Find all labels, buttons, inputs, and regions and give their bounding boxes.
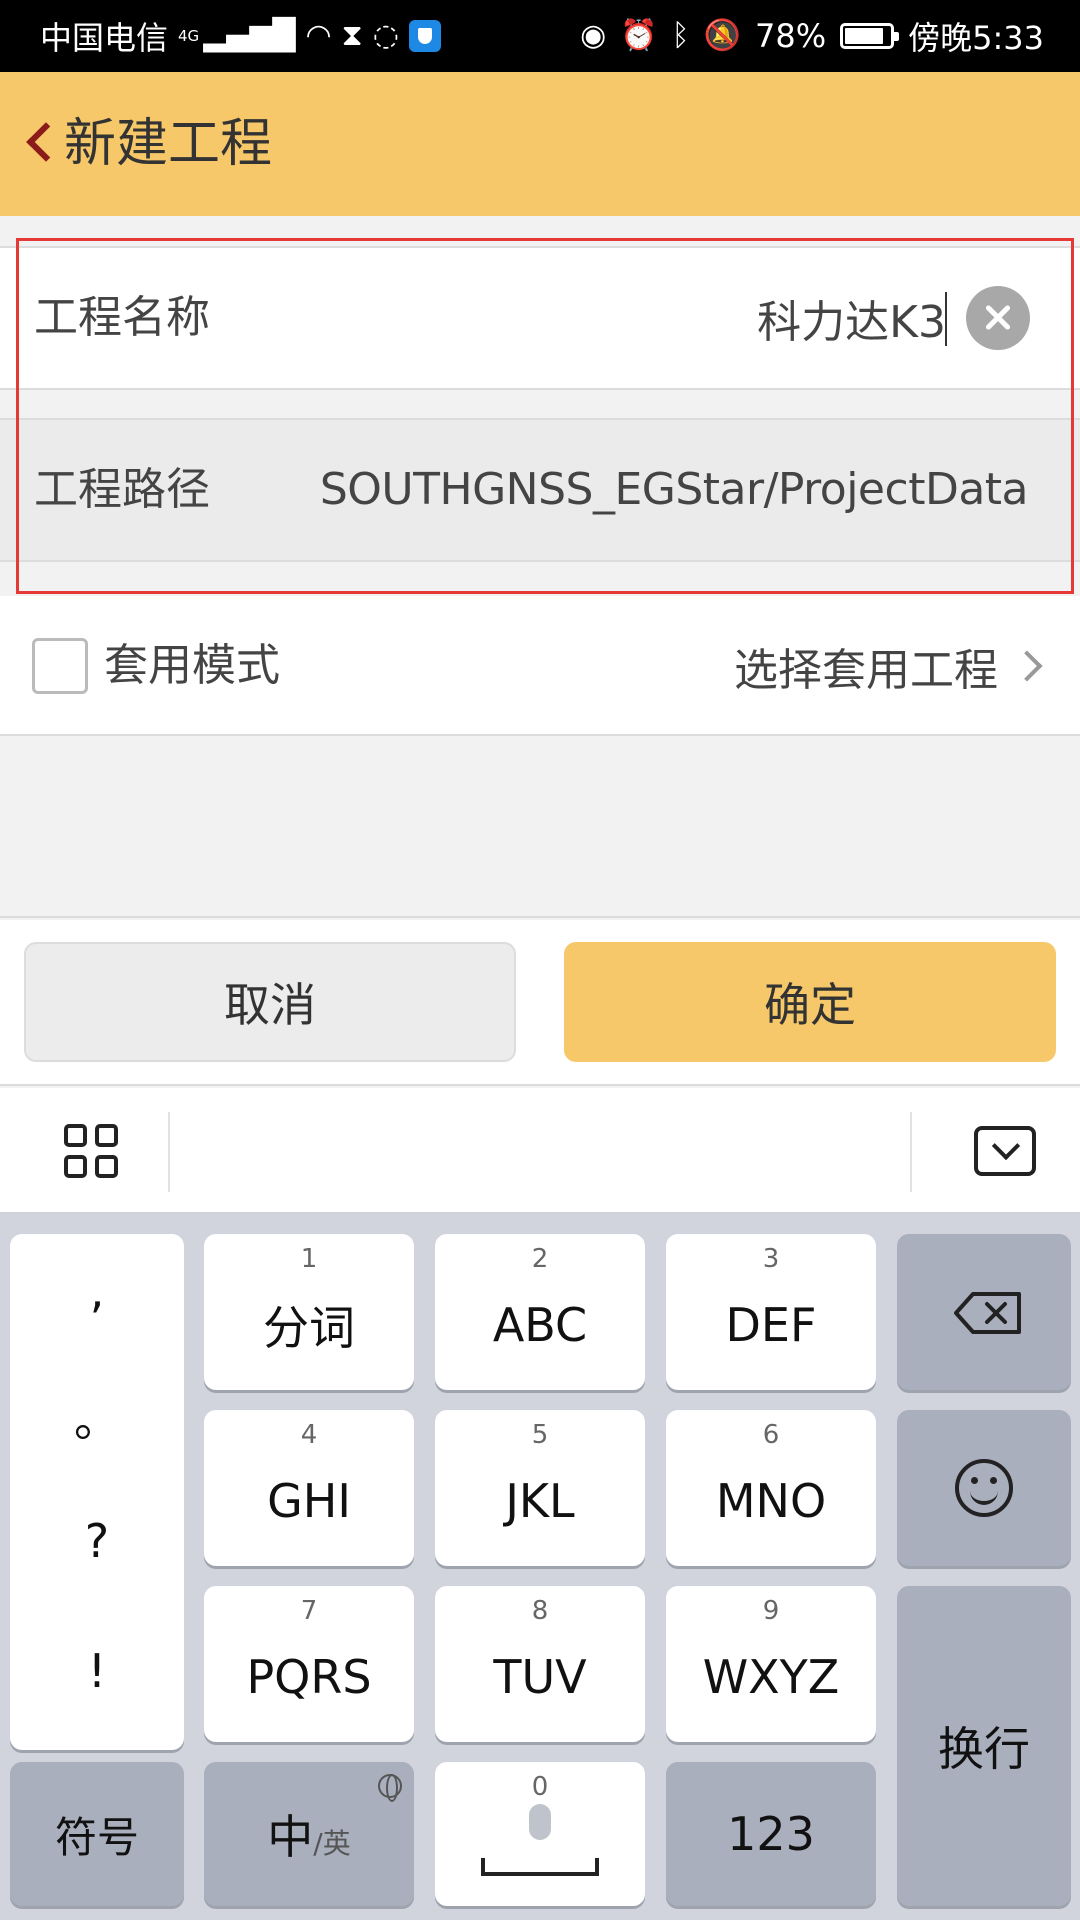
punctuation-column: , 。 ? !	[10, 1234, 184, 1750]
select-template-project[interactable]: 选择套用工程	[734, 596, 1046, 736]
carrier-name: 中国电信	[40, 19, 169, 57]
microphone-icon	[529, 1804, 551, 1840]
key-number: 5	[531, 1420, 549, 1450]
key-6[interactable]: 6 MNO	[666, 1410, 876, 1566]
key-label: JKL	[505, 1474, 575, 1528]
digits-label: 123	[727, 1807, 815, 1861]
signal-icon: ▂▄▆█	[203, 18, 296, 53]
confirm-button[interactable]: 确定	[564, 942, 1056, 1062]
key-8[interactable]: 8 TUV	[435, 1586, 645, 1742]
select-template-label: 选择套用工程	[734, 645, 998, 696]
globe-icon	[378, 1774, 402, 1802]
toolbar-divider	[910, 1112, 912, 1192]
key-number: 8	[531, 1596, 549, 1626]
action-bar: 取消 确定	[0, 920, 1080, 1086]
key-label: WXYZ	[702, 1650, 840, 1704]
space-key[interactable]: 0	[435, 1762, 645, 1906]
battery-percent: 78%	[755, 17, 827, 55]
network-type: 4G	[178, 27, 200, 45]
key-3[interactable]: 3 DEF	[666, 1234, 876, 1390]
key-number: 9	[762, 1596, 780, 1626]
toolbar-divider	[168, 1112, 170, 1192]
text-caret	[945, 292, 947, 346]
key-2[interactable]: 2 ABC	[435, 1234, 645, 1390]
language-label: 中/英	[267, 1801, 350, 1867]
template-mode-checkbox[interactable]	[32, 638, 88, 694]
backspace-icon	[953, 1291, 1021, 1334]
hourglass-icon: ⧗	[341, 18, 363, 53]
key-number: 1	[300, 1244, 318, 1274]
keyboard-toolbar	[0, 1088, 1080, 1214]
keyboard: , 。 ? ! 1 分词 2 ABC 3 DEF 4 GHI 5 JKL 6 M…	[0, 1214, 1080, 1920]
eye-icon: ◉	[580, 18, 607, 53]
clock: 傍晚5:33	[908, 19, 1044, 57]
status-left: 中国电信 4G ▂▄▆█ ◠ ⧗ ◌	[40, 0, 441, 72]
app-bar: 新建工程	[0, 72, 1080, 216]
key-label: MNO	[715, 1474, 827, 1528]
enter-key[interactable]: 换行	[897, 1586, 1071, 1906]
symbols-label: 符号	[54, 1812, 139, 1862]
project-path-value: SOUTHGNSS_EGStar/ProjectData	[319, 464, 1029, 515]
language-switch-key[interactable]: 中/英	[204, 1762, 414, 1906]
smiley-icon	[955, 1459, 1013, 1517]
chevron-right-icon	[1011, 650, 1043, 682]
hide-keyboard-icon[interactable]	[974, 1126, 1036, 1176]
status-right: ◉ ⏰ ᛒ 🔕 78% 傍晚5:33	[580, 0, 1044, 72]
shield-icon	[408, 20, 441, 52]
key-label: PQRS	[246, 1650, 372, 1704]
template-mode-label: 套用模式	[104, 640, 280, 691]
apps-grid-icon[interactable]	[64, 1124, 118, 1178]
clear-icon[interactable]	[966, 286, 1030, 350]
key-9[interactable]: 9 WXYZ	[666, 1586, 876, 1742]
project-name-row: 工程名称	[0, 246, 1080, 390]
key-number: 3	[762, 1244, 780, 1274]
project-path-label: 工程路径	[34, 464, 210, 515]
status-bar: 中国电信 4G ▂▄▆█ ◠ ⧗ ◌ ◉ ⏰ ᛒ 🔕 78% 傍晚5:33	[0, 0, 1080, 72]
mute-bell-icon: 🔕	[703, 18, 741, 53]
project-name-input[interactable]	[386, 278, 946, 358]
enter-label: 换行	[938, 1722, 1030, 1776]
key-number: 2	[531, 1244, 549, 1274]
lang-main: 中	[267, 1810, 314, 1864]
punct-period-key[interactable]: 。	[10, 1384, 184, 1450]
punct-question-key[interactable]: ?	[10, 1514, 184, 1568]
key-4[interactable]: 4 GHI	[204, 1410, 414, 1566]
key-number: 6	[762, 1420, 780, 1450]
lang-alt: /英	[313, 1827, 351, 1860]
key-number: 4	[300, 1420, 318, 1450]
key-label: GHI	[267, 1474, 351, 1528]
page-title: 新建工程	[64, 114, 273, 174]
key-label: ABC	[492, 1298, 588, 1352]
bluetooth-icon: ᛒ	[671, 18, 690, 53]
key-number: 0	[531, 1772, 549, 1802]
symbols-key[interactable]: 符号	[10, 1762, 184, 1906]
alarm-icon: ⏰	[620, 18, 658, 53]
backspace-key[interactable]	[897, 1234, 1071, 1390]
key-7[interactable]: 7 PQRS	[204, 1586, 414, 1742]
space-icon	[481, 1858, 599, 1876]
key-label: 分词	[263, 1301, 355, 1355]
emoji-key[interactable]	[897, 1410, 1071, 1566]
template-mode-row: 套用模式 选择套用工程	[0, 596, 1080, 736]
key-5[interactable]: 5 JKL	[435, 1410, 645, 1566]
project-path-row[interactable]: 工程路径 SOUTHGNSS_EGStar/ProjectData	[0, 418, 1080, 562]
punct-comma-key[interactable]: ,	[10, 1264, 184, 1318]
chat-icon: ◌	[372, 18, 399, 53]
empty-area	[0, 738, 1080, 918]
digits-key[interactable]: 123	[666, 1762, 876, 1906]
key-label: TUV	[493, 1650, 587, 1704]
wifi-icon: ◠	[305, 18, 332, 53]
punct-exclaim-key[interactable]: !	[10, 1644, 184, 1698]
key-number: 7	[300, 1596, 318, 1626]
project-name-label: 工程名称	[34, 292, 210, 343]
key-label: DEF	[725, 1298, 817, 1352]
key-1[interactable]: 1 分词	[204, 1234, 414, 1390]
battery-icon	[840, 23, 900, 49]
cancel-button[interactable]: 取消	[24, 942, 516, 1062]
